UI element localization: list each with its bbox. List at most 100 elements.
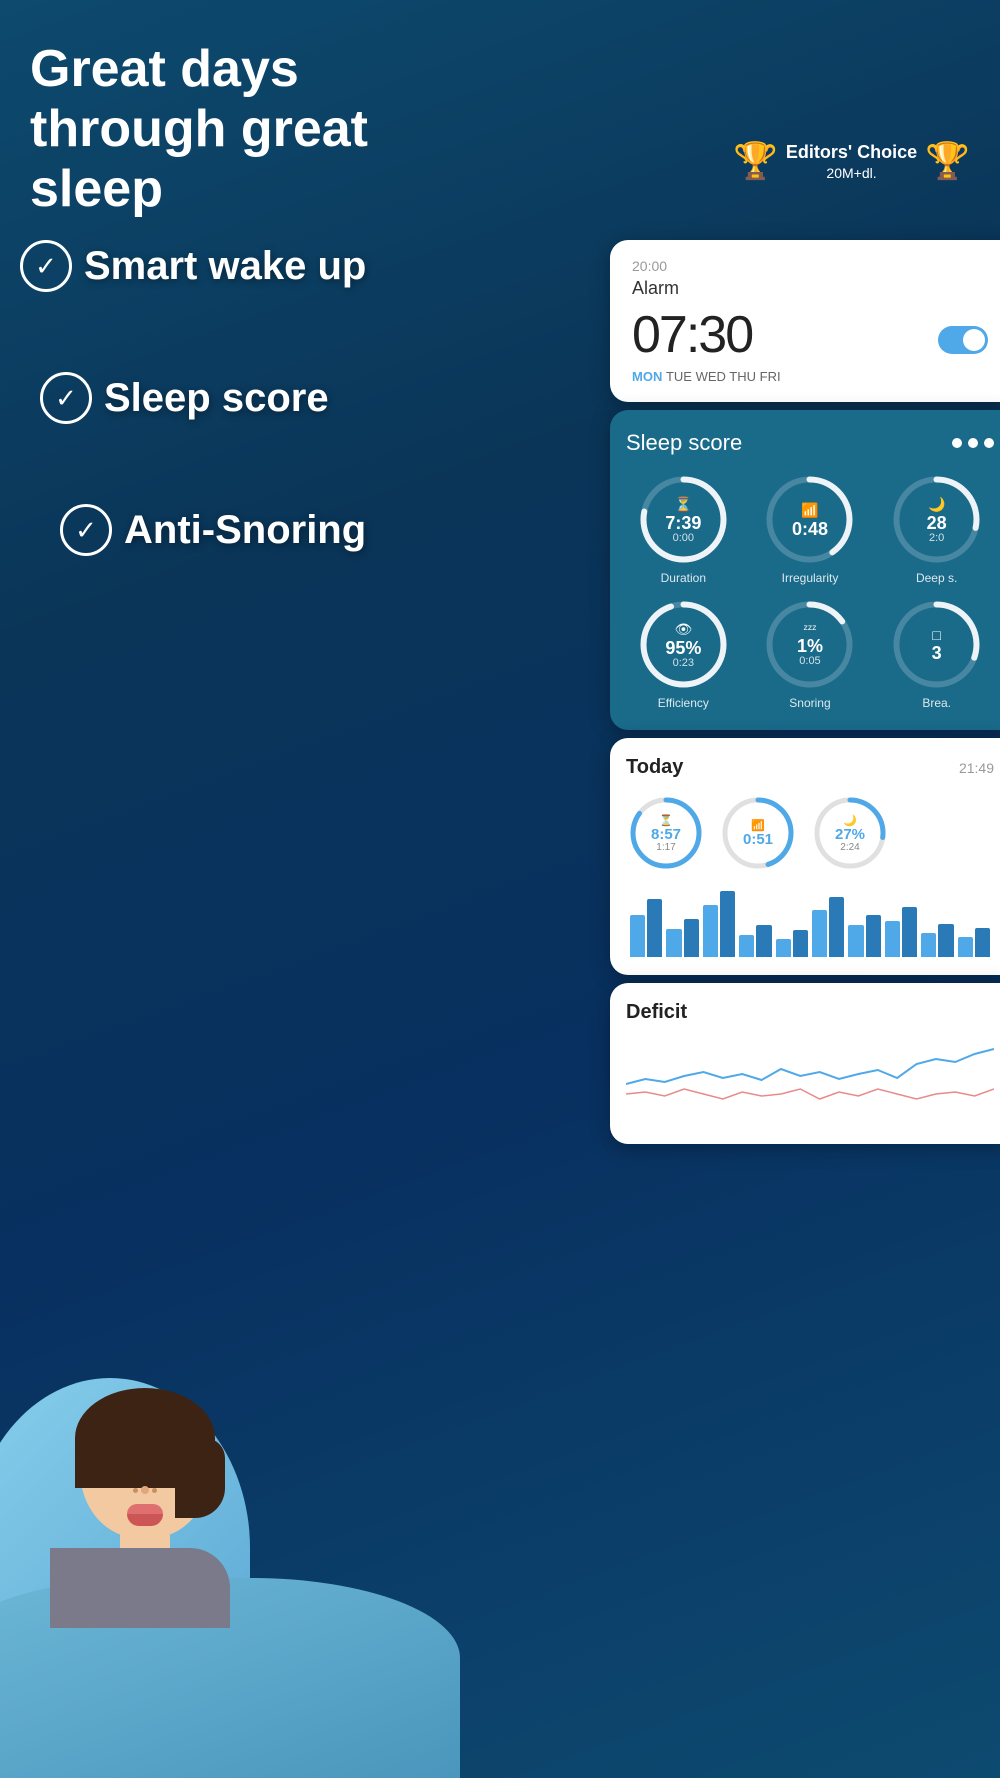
today-duration-sub: 1:17 [656,842,675,853]
checkmark-icon-2: ✓ [40,372,92,424]
metric-irregularity-circle: 📶 0:48 [762,472,857,567]
duration-icon: ⏳ [675,496,692,513]
deep-sleep-main: 28 [927,514,947,532]
metric-breathing-inner: □ 3 [889,597,984,692]
today-duration-main: 8:57 [651,827,681,842]
eye-right [164,1468,190,1473]
dots-indicator [952,438,994,448]
breathing-main: 3 [932,644,942,662]
checkmark-icon: ✓ [20,240,72,292]
alarm-day-thu: THU [729,369,759,384]
head-illustration [80,1388,210,1538]
checkmark-icon-3: ✓ [60,504,112,556]
today-irregularity-circle: 📶 0:51 [718,793,798,873]
metric-duration-inner: ⏳ 7:39 0:00 [636,472,731,567]
efficiency-main: 95% [665,639,701,657]
dot-3 [984,438,994,448]
person-illustration [60,1388,230,1628]
today-metrics: ⏳ 8:57 1:17 📶 0:51 [626,793,994,873]
metric-irregularity: 📶 0:48 Irregularity [753,472,868,585]
today-duration-circle: ⏳ 8:57 1:17 [626,793,706,873]
face-illustration [80,1428,210,1538]
alarm-title: Alarm [632,278,988,299]
feature-label-anti-snoring: Anti-Snoring [124,508,366,553]
today-card: Today 21:49 ⏳ 8:57 1:17 [610,738,1000,975]
lips-lower [127,1514,163,1526]
eyebrow-left [102,1458,130,1462]
alarm-time-label: 20:00 [632,258,988,274]
alarm-day-tue: TUE [666,369,696,384]
alarm-toggle[interactable] [938,326,988,354]
eye-left [100,1468,126,1473]
today-deep-sleep-sub: 2:24 [840,842,859,853]
metric-efficiency-inner: 👁 95% 0:23 [636,597,731,692]
today-duration-inner: ⏳ 8:57 1:17 [626,793,706,873]
metric-snoring: ᶻᶻᶻ 1% 0:05 Snoring [753,597,868,710]
metric-efficiency-circle: 👁 95% 0:23 [636,597,731,692]
metric-breathing-circle: □ 3 [889,597,984,692]
breathing-icon: □ [932,627,940,643]
phone-mockup: 20:00 Alarm 07:30 MON TUE WED THU FRI Sl… [610,240,1000,1144]
today-deep-sleep-inner: 🌙 27% 2:24 [810,793,890,873]
efficiency-sub: 0:23 [673,657,694,669]
sleep-score-title: Sleep score [626,430,742,456]
alarm-day-mon: MON [632,369,666,384]
efficiency-label: Efficiency [658,696,709,710]
today-title: Today [626,756,683,779]
metric-efficiency: 👁 95% 0:23 Efficiency [626,597,741,710]
sleep-score-card: Sleep score ⏳ 7:39 0:00 [610,410,1000,730]
today-deep-sleep-icon: 🌙 [843,814,857,827]
metric-irregularity-inner: 📶 0:48 [762,472,857,567]
duration-main: 7:39 [665,514,701,532]
feature-sleep-score: ✓ Sleep score [20,372,366,424]
duration-sub: 0:00 [673,532,694,544]
snoring-main: 1% [797,637,823,655]
metric-deep-sleep-inner: 🌙 28 2:0 [889,472,984,567]
nose-illustration [141,1486,149,1494]
deficit-title: Deficit [626,1001,994,1024]
deep-sleep-sub: 2:0 [929,532,944,544]
lips-illustration [127,1504,163,1526]
metrics-grid: ⏳ 7:39 0:00 Duration 📶 0:48 [626,472,994,710]
alarm-day-fri: FRI [760,369,781,384]
deficit-card: Deficit [610,983,1000,1144]
badge-subtitle: 20M+dl. [786,165,917,181]
deficit-chart [626,1034,994,1134]
snoring-label: Snoring [789,696,830,710]
today-deep-sleep-circle: 🌙 27% 2:24 [810,793,890,873]
duration-label: Duration [661,571,706,585]
irregularity-main: 0:48 [792,520,828,538]
efficiency-icon: 👁 [674,621,692,638]
today-time: 21:49 [959,760,994,776]
feature-label-smart-wake-up: Smart wake up [84,244,366,289]
alarm-time-display: 07:30 [632,305,988,365]
shoulder-illustration [50,1548,230,1628]
snoring-icon: ᶻᶻᶻ [804,622,817,636]
badge-title: Editors' Choice [786,141,917,164]
today-duration-icon: ⏳ [659,814,673,827]
deep-sleep-icon: 🌙 [928,496,945,513]
feature-label-sleep-score: Sleep score [104,376,329,421]
breathing-label: Brea. [922,696,951,710]
deep-sleep-label: Deep s. [916,571,957,585]
editors-badge: 🏆 Editors' Choice 20M+dl. 🏆 [733,140,970,182]
metric-snoring-inner: ᶻᶻᶻ 1% 0:05 [762,597,857,692]
features-list: ✓ Smart wake up ✓ Sleep score ✓ Anti-Sno… [0,240,366,556]
alarm-card: 20:00 Alarm 07:30 MON TUE WED THU FRI [610,240,1000,402]
today-irregularity-main: 0:51 [743,832,773,847]
metric-deep-sleep: 🌙 28 2:0 Deep s. [879,472,994,585]
feature-anti-snoring: ✓ Anti-Snoring [40,504,366,556]
eyebrow-right [160,1458,188,1462]
bar-chart [626,887,994,957]
metric-duration: ⏳ 7:39 0:00 Duration [626,472,741,585]
irregularity-icon: 📶 [801,502,818,519]
metric-deep-sleep-circle: 🌙 28 2:0 [889,472,984,567]
today-deep-sleep-main: 27% [835,827,865,842]
metric-duration-circle: ⏳ 7:39 0:00 [636,472,731,567]
alarm-day-wed: WED [696,369,730,384]
irregularity-label: Irregularity [782,571,839,585]
headline: Great days through great sleep [30,40,430,219]
alarm-days: MON TUE WED THU FRI [632,369,988,384]
snoring-sub: 0:05 [799,655,820,667]
alarm-time-value: 07:30 [632,305,752,365]
